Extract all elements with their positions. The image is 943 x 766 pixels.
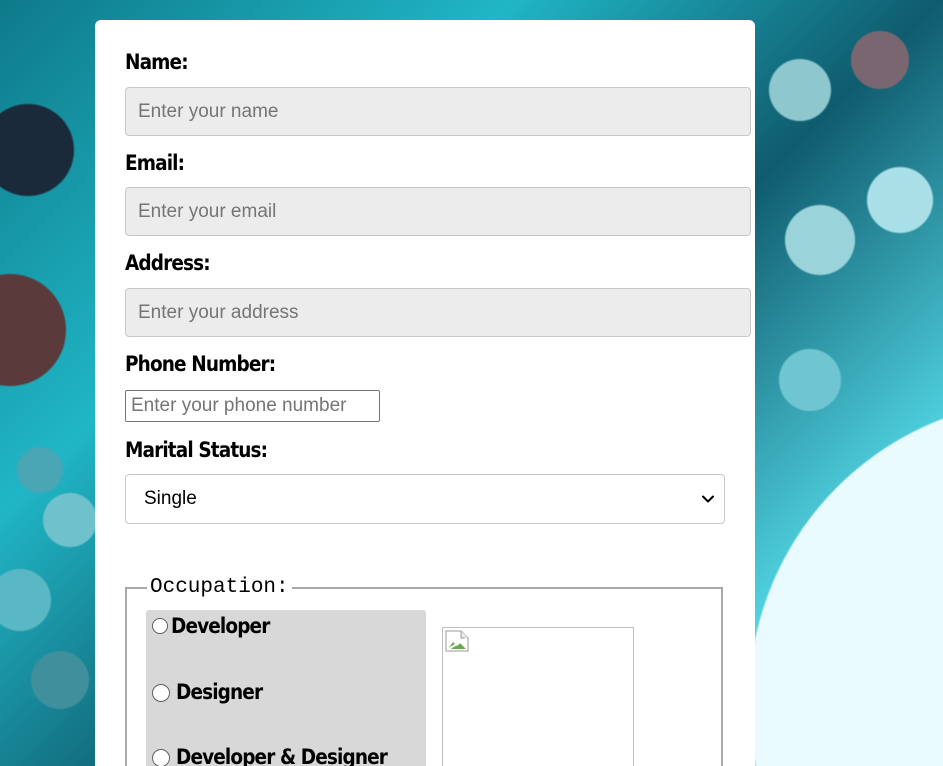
developer-designer-label: Developer & Designer [176, 745, 388, 766]
phone-input[interactable] [125, 390, 380, 422]
occupation-option-designer[interactable]: Designer [152, 680, 274, 708]
email-label: Email: [125, 151, 185, 175]
occupation-option-developer[interactable]: Developer [152, 614, 283, 642]
occupation-fieldset: Occupation: Developer Designer Developer… [125, 576, 723, 766]
broken-image-icon [445, 630, 469, 652]
occupation-option-developer-designer[interactable]: Developer & Designer [152, 745, 416, 766]
name-input[interactable] [125, 87, 751, 136]
occupation-options: Developer Designer Developer & Designer [146, 610, 426, 766]
marital-status-select[interactable]: Single [125, 474, 725, 524]
chevron-down-icon [702, 495, 714, 503]
developer-designer-radio[interactable] [152, 749, 170, 766]
form-card: Name: Email: Address: Phone Number: Mari… [95, 20, 755, 766]
email-input[interactable] [125, 187, 751, 236]
name-label: Name: [125, 50, 189, 74]
address-label: Address: [125, 251, 211, 275]
marital-status-value: Single [144, 488, 197, 509]
designer-label: Designer [176, 680, 263, 704]
designer-radio[interactable] [152, 684, 170, 702]
developer-label: Developer [171, 614, 270, 638]
address-input[interactable] [125, 288, 751, 337]
marital-status-label: Marital Status: [125, 438, 268, 462]
occupation-legend: Occupation: [147, 576, 292, 599]
phone-label: Phone Number: [125, 352, 276, 376]
occupation-image [442, 627, 634, 766]
developer-radio[interactable] [152, 618, 168, 634]
